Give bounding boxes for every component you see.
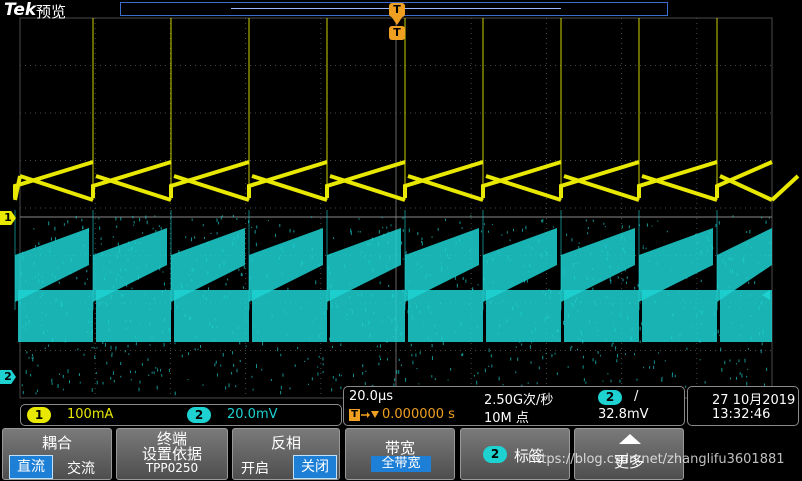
bandwidth-value[interactable]: 全带宽 — [371, 456, 431, 472]
coupling-dc-option[interactable]: 直流 — [9, 455, 53, 479]
probe-model: TPP0250 — [145, 461, 199, 475]
trigger-delay-icon: T — [349, 409, 360, 421]
trigger-level-arrow-icon[interactable] — [762, 290, 770, 300]
watermark-text: https://blog.csdn.net/zhanglifu3601881 — [528, 452, 785, 467]
waveform-display — [13, 17, 800, 399]
bandwidth-softkey[interactable]: 带宽 全带宽 — [345, 428, 455, 480]
label-channel-badge: 2 — [483, 446, 507, 463]
invert-title: 反相 — [270, 434, 301, 452]
ch1-marker-label: 1 — [4, 211, 12, 224]
sample-rate: 2.50G次/秒 — [484, 393, 554, 408]
trigger-time-label: T — [393, 26, 401, 39]
brand-logo: Tek — [4, 0, 37, 20]
trigger-source-badge: 2 — [598, 390, 622, 405]
timebase-panel[interactable]: 20.0μs 2.50G次/秒 2 / T 0.000000 s 10M 点 3… — [343, 386, 685, 426]
ch2-scale: 20.0mV — [227, 407, 278, 422]
trigger-slope: / — [634, 389, 639, 404]
trigger-position-label: T — [393, 3, 401, 16]
record-length: 10M 点 — [484, 411, 529, 426]
trigger-level: 32.8mV — [598, 407, 649, 422]
coupling-ac-option[interactable]: 交流 — [67, 458, 95, 478]
chevron-up-icon — [619, 434, 641, 444]
trigger-time-marker[interactable]: T — [389, 26, 405, 40]
trigger-position-marker[interactable]: T — [389, 3, 405, 17]
datetime-panel: 27 10月2019 13:32:46 — [687, 386, 799, 426]
ch1-badge: 1 — [27, 407, 51, 423]
horizontal-scale: 20.0μs — [349, 389, 393, 404]
mode-label: 预览 — [36, 3, 67, 21]
coupling-title: 耦合 — [41, 434, 72, 452]
bandwidth-title: 带宽 — [384, 439, 415, 457]
ch1-scale: 100mA — [67, 407, 114, 422]
invert-softkey[interactable]: 反相 开启 关闭 — [232, 428, 340, 480]
oscilloscope-screen: Tek 预览 T T 1 2 1 100mA 2 20.0mV 20.0μs 2… — [0, 0, 802, 481]
ch2-marker-label: 2 — [4, 370, 12, 383]
invert-off-option[interactable]: 关闭 — [293, 455, 337, 479]
coupling-softkey[interactable]: 耦合 直流 交流 — [2, 428, 112, 480]
ch1-waveform — [13, 18, 800, 202]
horizontal-position: 0.000000 s — [382, 407, 455, 422]
channel-readout-panel[interactable]: 1 100mA 2 20.0mV — [20, 404, 342, 426]
date: 27 10月2019 — [712, 393, 796, 408]
arrow-right-icon — [361, 411, 379, 418]
time: 13:32:46 — [712, 407, 771, 422]
trigger-arrow-icon — [391, 16, 403, 25]
termination-softkey[interactable]: 终端 设置依据 TPP0250 — [116, 428, 228, 480]
ch2-badge: 2 — [187, 407, 211, 423]
ch2-waveform — [14, 210, 772, 398]
invert-on-option[interactable]: 开启 — [241, 458, 269, 478]
